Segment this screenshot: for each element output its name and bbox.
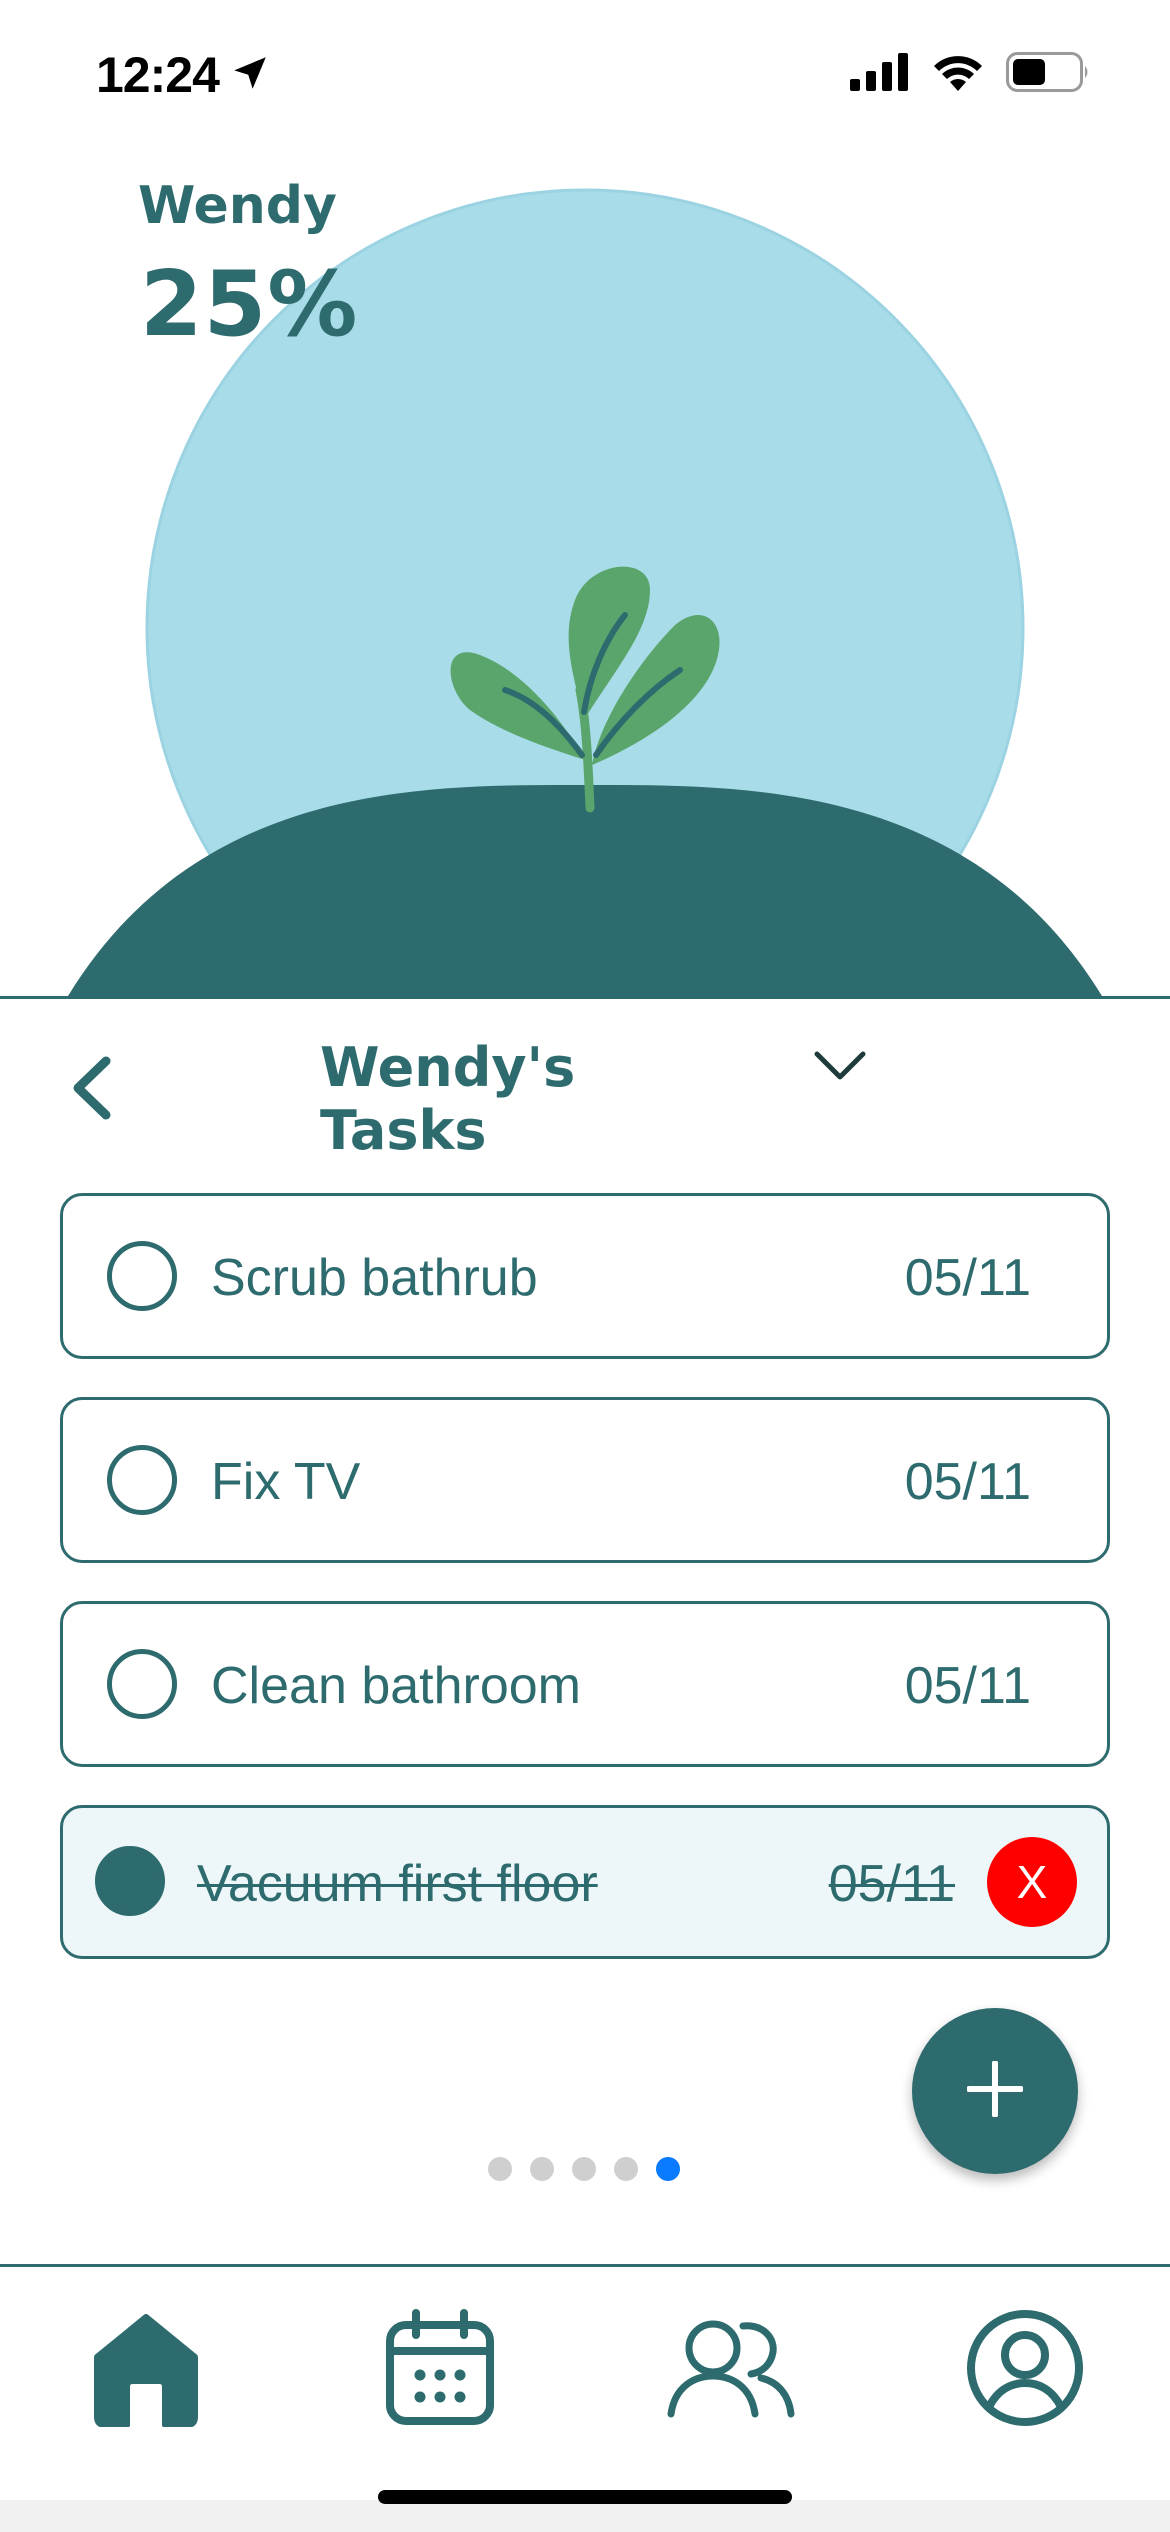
battery-icon <box>1006 52 1092 96</box>
tasks-title[interactable]: Wendy's Tasks <box>320 1036 760 1162</box>
task-label: Scrub bathrub <box>211 1249 538 1307</box>
task-card-completed[interactable]: Vacuum first floor 05/11 X <box>60 1805 1110 1959</box>
status-time-group: 12:24 <box>96 46 271 104</box>
page-dot-active[interactable] <box>656 2157 680 2181</box>
status-icons <box>828 52 1092 96</box>
tab-group[interactable] <box>661 2300 801 2440</box>
wifi-icon <box>932 53 984 95</box>
task-checkbox[interactable] <box>107 1241 177 1311</box>
hero-illustration: Wendy 25% <box>0 150 1170 998</box>
tab-calendar[interactable] <box>370 2300 510 2440</box>
add-task-button[interactable] <box>912 2008 1078 2174</box>
task-due-date: 05/11 <box>904 1453 1031 1511</box>
task-card[interactable]: Clean bathroom 05/11 <box>60 1601 1110 1767</box>
location-arrow-icon <box>229 52 271 98</box>
back-button[interactable] <box>60 1050 120 1130</box>
status-bar: 12:24 <box>0 0 1170 150</box>
task-label: Fix TV <box>211 1453 361 1511</box>
chevron-down-icon <box>813 1050 867 1086</box>
home-indicator-area <box>0 2500 1170 2532</box>
task-checkbox[interactable] <box>107 1649 177 1719</box>
calendar-icon <box>384 2309 496 2431</box>
cellular-signal-icon <box>850 53 910 95</box>
delete-task-button[interactable]: X <box>987 1837 1077 1927</box>
home-indicator[interactable] <box>378 2490 792 2504</box>
page-indicator <box>488 2157 698 2181</box>
page-dot[interactable] <box>530 2157 554 2181</box>
task-label: Clean bathroom <box>211 1657 581 1715</box>
page-dot[interactable] <box>488 2157 512 2181</box>
group-icon <box>665 2318 797 2422</box>
home-icon <box>87 2309 205 2431</box>
tab-bar-divider <box>0 2264 1170 2267</box>
task-checkbox[interactable] <box>107 1445 177 1515</box>
task-due-date: 05/11 <box>828 1855 955 1913</box>
plus-icon <box>966 2060 1024 2121</box>
tab-home[interactable] <box>76 2300 216 2440</box>
task-due-date: 05/11 <box>904 1249 1031 1307</box>
user-name: Wendy <box>138 176 337 236</box>
task-checkbox-checked[interactable] <box>95 1846 165 1916</box>
page-dot[interactable] <box>572 2157 596 2181</box>
task-due-date: 05/11 <box>904 1657 1031 1715</box>
task-card[interactable]: Fix TV 05/11 <box>60 1397 1110 1563</box>
page-dot[interactable] <box>614 2157 638 2181</box>
status-time: 12:24 <box>96 47 220 103</box>
progress-percent: 25% <box>140 252 359 357</box>
task-label: Vacuum first floor <box>197 1855 598 1913</box>
chevron-left-icon <box>68 1055 112 1125</box>
task-card[interactable]: Scrub bathrub 05/11 <box>60 1193 1110 1359</box>
task-list-dropdown[interactable] <box>810 1048 870 1088</box>
hero-divider <box>0 996 1170 999</box>
profile-icon <box>966 2309 1084 2431</box>
tab-profile[interactable] <box>955 2300 1095 2440</box>
